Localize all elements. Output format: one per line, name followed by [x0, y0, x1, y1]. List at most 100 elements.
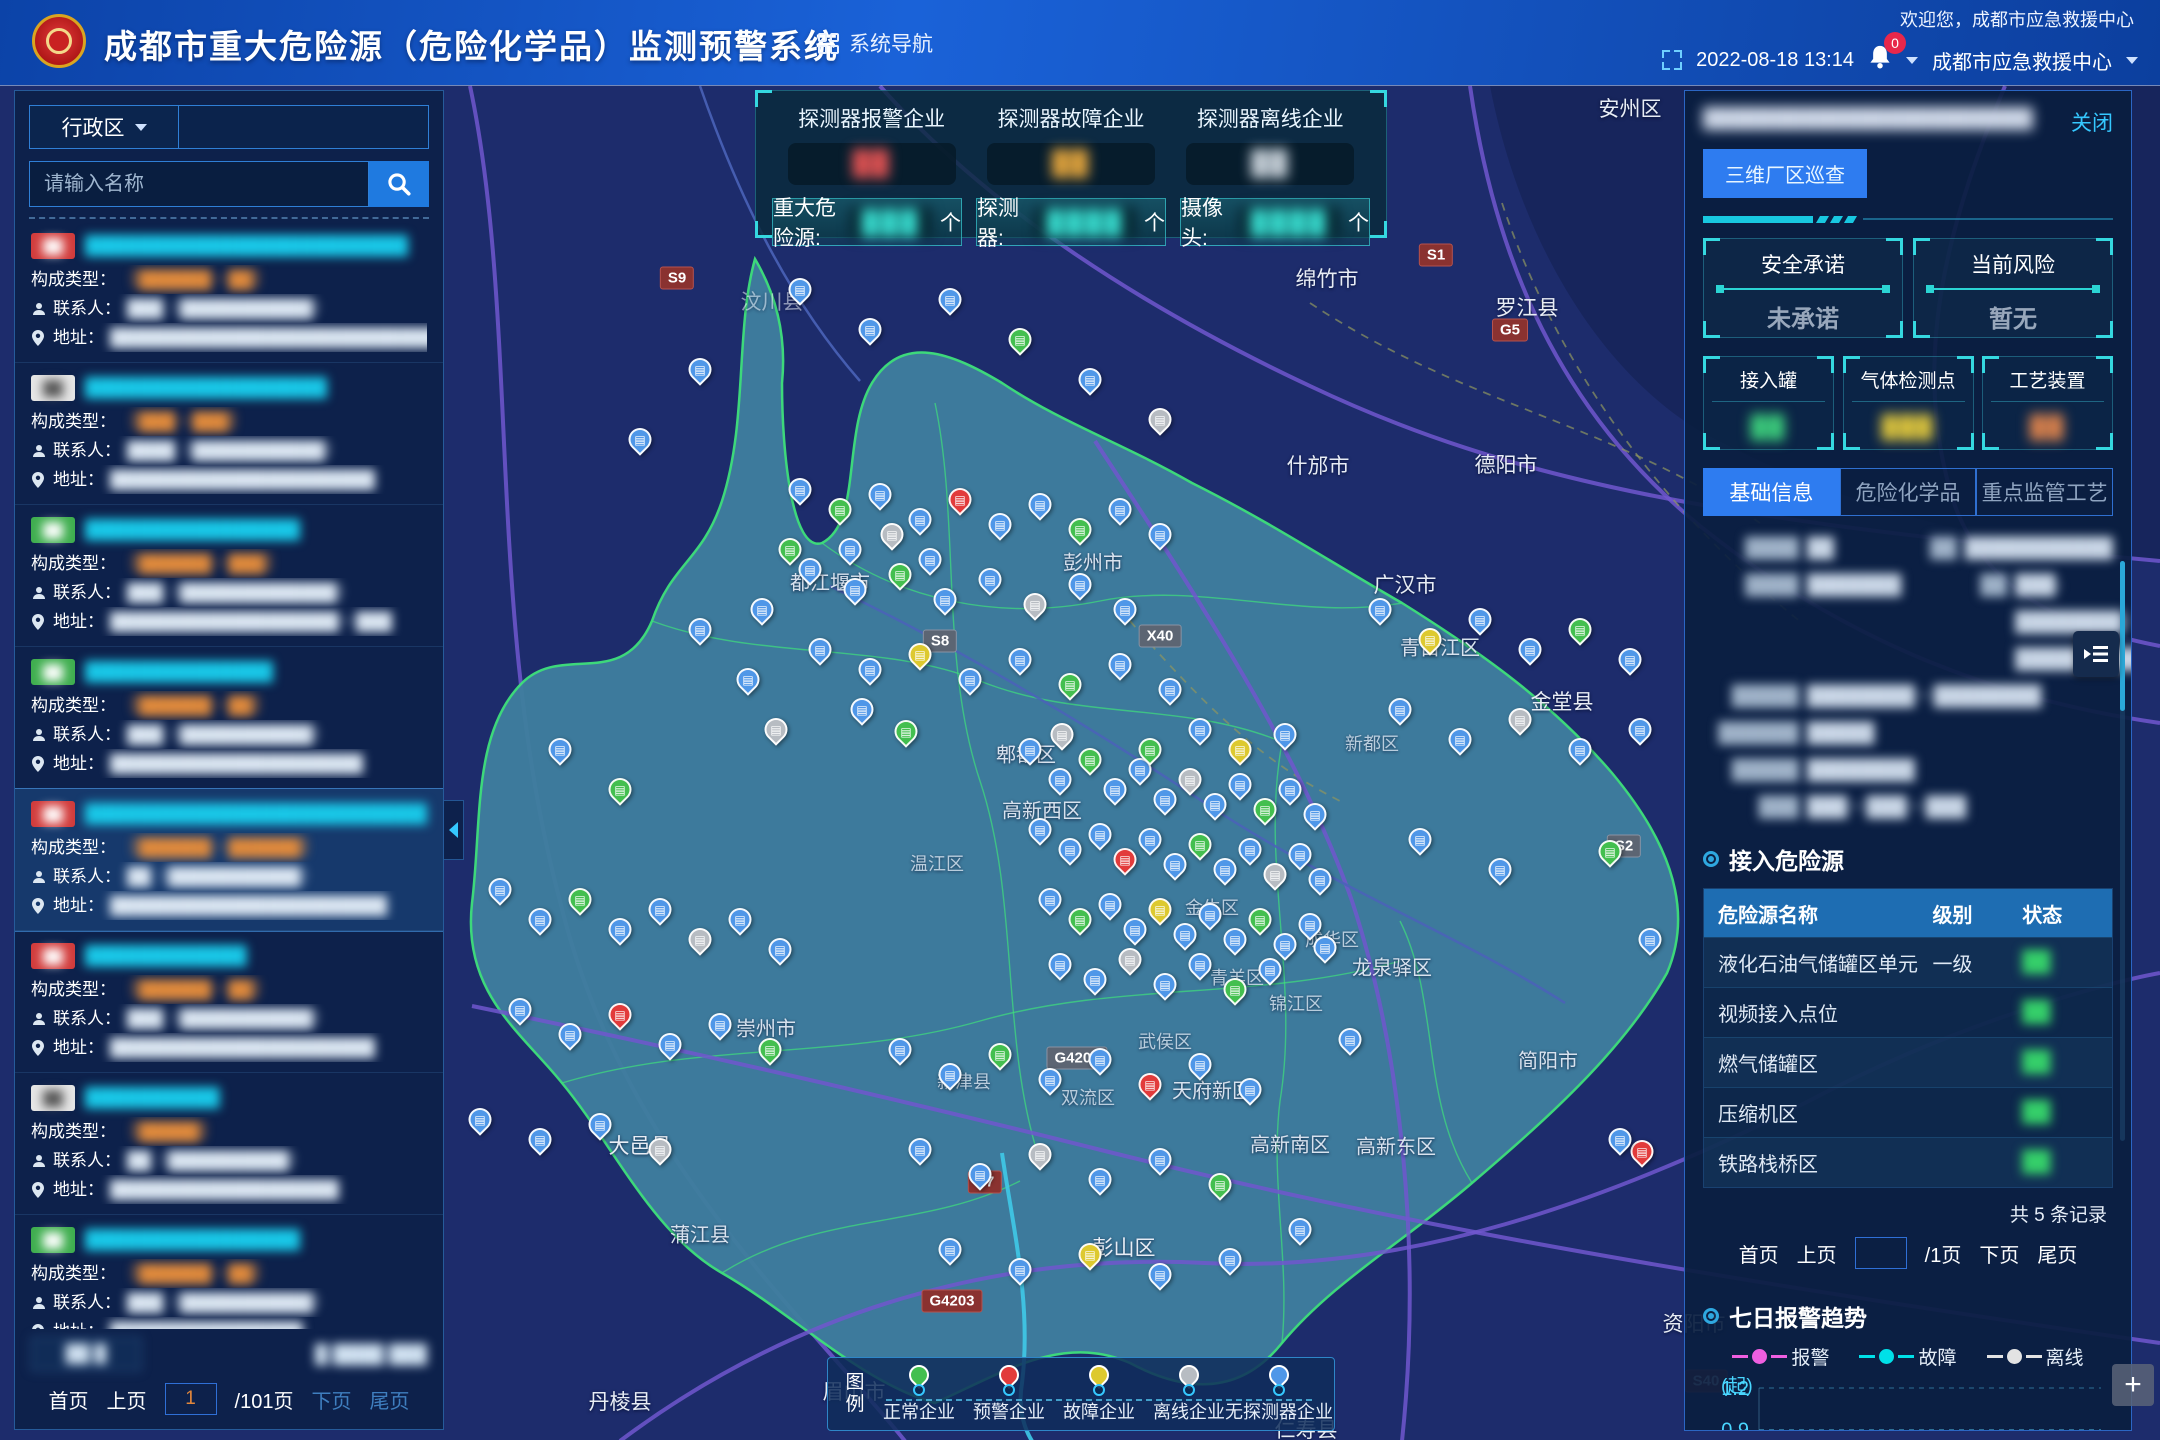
trend-chart-legend: 报警故障离线 — [1703, 1343, 2113, 1370]
company-list-item[interactable]: ████████████████████构成类型：【███－███】联系人：██… — [15, 363, 443, 505]
building-icon: ▤ — [791, 280, 810, 299]
legend-items: 正常企业预警企业故障企业离线企业无探测器企业 — [876, 1365, 1322, 1424]
building-icon: ▤ — [1611, 1130, 1630, 1149]
notification-badge: 0 — [1884, 32, 1906, 54]
fullscreen-icon[interactable] — [1662, 50, 1682, 70]
search-input[interactable] — [29, 161, 369, 207]
tab-inactive[interactable]: 重点监管工艺 — [1976, 468, 2113, 516]
section-bullet-icon — [1703, 1308, 1719, 1324]
company-list-item[interactable]: ██████████████████构成类型：【██████－███】联系人：█… — [15, 505, 443, 647]
equipment-stat-label: 接入罐 — [1712, 366, 1825, 402]
pagination-prev[interactable]: 上页 — [1797, 1239, 1837, 1268]
building-icon: ▤ — [1111, 655, 1130, 674]
legend-item: 预警企业 — [966, 1365, 1052, 1424]
building-icon: ▤ — [1491, 860, 1510, 879]
status-masked: ██ — [2022, 951, 2050, 973]
building-icon: ▤ — [1011, 330, 1030, 349]
pagination-last[interactable]: 尾页 — [369, 1385, 409, 1414]
legend-item: 离线企业 — [1146, 1365, 1232, 1424]
app-logo-icon — [32, 14, 86, 68]
building-icon: ▤ — [911, 645, 930, 664]
company-list-item[interactable]: ████████████构成类型：【█████】联系人：██（█████████… — [15, 1073, 443, 1215]
company-item-header: ██████████████ — [31, 943, 427, 969]
company-address-row: 地址：███████████████████ — [31, 1175, 427, 1204]
building-icon: ▤ — [753, 600, 772, 619]
table-row[interactable]: 铁路栈桥区██ — [1704, 1137, 2112, 1187]
header-toolbar: 2022-08-18 13:14 0 成都市应急救援中心 — [1662, 44, 2138, 76]
pagination-first[interactable]: 首页 — [49, 1385, 89, 1414]
building-icon: ▤ — [951, 490, 970, 509]
info-field: ███████████ — [1703, 715, 2113, 752]
building-icon: ▤ — [1231, 740, 1250, 759]
safety-promise-value: 未承诺 — [1704, 299, 1902, 334]
pagination-prev[interactable]: 上页 — [107, 1385, 147, 1414]
search-icon — [386, 171, 412, 197]
panel-scrollbar[interactable] — [2120, 561, 2125, 1141]
table-row[interactable]: 液化石油气储罐区单元一级██ — [1704, 937, 2112, 987]
company-address-row: 地址：███████████████████████ — [31, 891, 427, 920]
sidebar-collapse-handle[interactable] — [444, 800, 464, 860]
close-button[interactable]: 关闭 — [2071, 107, 2113, 137]
pagination-page-input[interactable] — [1855, 1237, 1907, 1269]
search-button[interactable] — [369, 161, 429, 207]
building-icon: ▤ — [971, 1165, 990, 1184]
total-counter: 重大危险源:███个 — [772, 198, 962, 246]
3d-plant-patrol-button[interactable]: 三维厂区巡查 — [1703, 149, 1867, 198]
building-icon: ▤ — [1261, 960, 1280, 979]
pagination-next[interactable]: 下页 — [1979, 1239, 2019, 1268]
table-row[interactable]: 燃气储罐区██ — [1704, 1037, 2112, 1087]
map-zoom-in-button[interactable]: + — [2112, 1364, 2154, 1406]
notification-bell-button[interactable]: 0 — [1868, 44, 1892, 76]
detail-tabs: 基础信息危险化学品重点监管工艺 — [1703, 468, 2113, 516]
detector-stat-value: ██ — [987, 143, 1155, 185]
building-icon: ▤ — [611, 780, 630, 799]
section-bullet-icon — [1703, 851, 1719, 867]
legend-title: 图例 — [840, 1372, 870, 1416]
detector-stat-label: 探测器故障企业 — [971, 103, 1170, 133]
region-filter-label: 行政区 — [62, 112, 125, 142]
counter-label: 探测器: — [977, 192, 1027, 252]
page-size-select[interactable]: ██ █ — [31, 1337, 141, 1371]
company-list-item[interactable]: ██████████████████构成类型：【██████－██】联系人：██… — [15, 1215, 443, 1329]
region-filter-value-box[interactable] — [179, 105, 429, 149]
company-list-item[interactable]: ██████████████████████████构成类型：【██████－█… — [15, 221, 443, 363]
building-icon: ▤ — [1091, 825, 1110, 844]
building-icon: ▤ — [1281, 780, 1300, 799]
hazard-table-body: 液化石油气储罐区单元一级██视频接入点位██燃气储罐区██压缩机区██铁路栈桥区… — [1704, 937, 2112, 1187]
masked-value: ██ — [1052, 150, 1090, 178]
company-list-item[interactable]: ██████████████构成类型：【██████－██】联系人：███（██… — [15, 931, 443, 1073]
pagination-next[interactable]: 下页 — [311, 1385, 351, 1414]
building-icon: ▤ — [1141, 830, 1160, 849]
tab-active[interactable]: 基础信息 — [1703, 468, 1840, 516]
system-nav-button[interactable]: 系统导航 — [818, 28, 933, 58]
company-name: ██████████ — [85, 1087, 220, 1109]
company-list-item[interactable]: ████████████████构成类型：【██████－██】联系人：███（… — [15, 647, 443, 789]
company-name: ████████████ — [85, 945, 247, 967]
hazard-pagination: 首页上页/1页下页尾页 — [1703, 1227, 2113, 1283]
pagination-first[interactable]: 首页 — [1739, 1239, 1779, 1268]
building-icon: ▤ — [1051, 770, 1070, 789]
current-user-button[interactable]: 成都市应急救援中心 — [1932, 46, 2112, 75]
pagination-page-input[interactable] — [165, 1383, 217, 1415]
pagination-last[interactable]: 尾页 — [2037, 1239, 2077, 1268]
total-counter: 摄像头:████个 — [1180, 198, 1370, 246]
building-icon: ▤ — [961, 670, 980, 689]
table-row[interactable]: 视频接入点位██ — [1704, 987, 2112, 1037]
building-icon: ▤ — [1276, 935, 1295, 954]
building-icon: ▤ — [1191, 720, 1210, 739]
location-pin-icon — [31, 1040, 47, 1056]
table-row[interactable]: 压缩机区██ — [1704, 1087, 2112, 1137]
scrollbar-thumb[interactable] — [2120, 561, 2125, 711]
region-filter-dropdown[interactable]: 行政区 — [29, 105, 179, 149]
legend-label: 无探测器企业 — [1225, 1398, 1333, 1424]
detector-stat-label: 探测器报警企业 — [772, 103, 971, 133]
table-header-cell: 状态 — [2022, 899, 2112, 928]
building-icon: ▤ — [1086, 970, 1105, 989]
building-icon: ▤ — [571, 890, 590, 909]
collapse-list-button[interactable] — [2073, 631, 2119, 677]
company-contact-row: 联系人：███（███████████） — [31, 1004, 427, 1033]
tab-inactive[interactable]: 危险化学品 — [1840, 468, 1977, 516]
info-row: ███████████████████ — [1703, 530, 2113, 567]
counter-value: ███ — [850, 207, 932, 238]
company-list-item[interactable]: █████████████████████████████构成类型：【█████… — [15, 789, 443, 931]
